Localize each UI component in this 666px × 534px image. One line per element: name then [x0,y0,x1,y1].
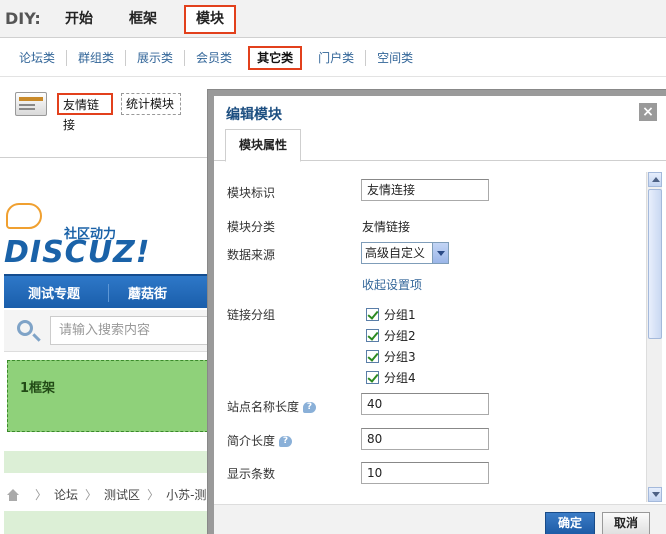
group-checkbox-1[interactable]: 分组1 [366,306,416,323]
group-checkbox-4[interactable]: 分组4 [366,369,416,386]
category-portal[interactable]: 门户类 [307,50,367,66]
group-label: 分组2 [384,329,416,343]
category-space[interactable]: 空间类 [366,50,424,66]
search-icon[interactable] [17,320,33,336]
close-icon[interactable]: × [639,103,657,121]
tab-frame[interactable]: 框架 [121,6,165,32]
tab-module-properties[interactable]: 模块属性 [225,129,301,162]
logo-cloud-icon [6,203,42,229]
checkbox-checked-icon[interactable] [366,350,379,363]
search-input[interactable]: 请输入搜索内容 [50,316,220,345]
nav-item-special[interactable]: 测试专题 [28,283,80,302]
frame-block[interactable]: 1框架 [7,360,213,432]
collapse-settings-link[interactable]: 收起设置项 [362,276,422,293]
frame-strip-bottom [4,511,212,534]
group-label: 分组4 [384,371,416,385]
module-category-value: 友情链接 [362,220,411,234]
help-icon[interactable]: ? [279,436,293,447]
dialog-footer: 确定 取消 [214,504,666,534]
display-count-field[interactable]: 10 [361,462,489,484]
tab-start[interactable]: 开始 [58,6,100,32]
group-checkbox-3[interactable]: 分组3 [366,348,416,365]
data-source-label: 数据来源 [227,248,276,262]
data-source-select[interactable]: 高级自定义 [361,242,449,264]
forum-navbar: 测试专题 蘑菇街 [4,274,214,308]
module-card-icon [15,92,47,116]
breadcrumb-separator: 〉 [85,488,98,502]
data-source-value: 高级自定义 [365,246,426,260]
breadcrumb-test-area[interactable]: 测试区 [104,486,140,503]
module-id-field[interactable]: 友情连接 [361,179,489,201]
dialog-scrollbar[interactable] [646,172,662,502]
scroll-down-icon[interactable] [648,487,662,502]
checkbox-checked-icon[interactable] [366,371,379,384]
cancel-button[interactable]: 取消 [602,512,650,534]
breadcrumb-forum[interactable]: 论坛 [54,486,78,503]
diy-label: DIY: [5,9,41,28]
tab-module[interactable]: 模块 [184,5,236,34]
frame-label: 1框架 [20,381,56,396]
category-member[interactable]: 会员类 [185,50,243,66]
category-other[interactable]: 其它类 [248,46,303,70]
site-name-length-field[interactable]: 40 [361,393,489,415]
divider [0,76,666,77]
chevron-down-icon[interactable] [432,243,448,263]
category-forum[interactable]: 论坛类 [8,50,68,66]
intro-length-field[interactable]: 80 [361,428,489,450]
module-stats[interactable]: 统计模块 [121,93,181,115]
edit-module-dialog: 编辑模块 × 模块属性 模块标识 友情连接 模块分类 友情链接 数据来源 高级自… [208,90,666,534]
nav-item-mogujie[interactable]: 蘑菇街 [128,283,167,302]
intro-length-text: 简介长度 [227,434,276,448]
checkbox-checked-icon[interactable] [366,308,379,321]
display-count-label: 显示条数 [227,467,276,481]
help-icon[interactable]: ? [303,402,317,413]
group-checkbox-2[interactable]: 分组2 [366,327,416,344]
logo: DISCUZ! [4,235,151,270]
link-group-label: 链接分组 [227,308,276,322]
diy-toolbar: DIY: 开始 框架 模块 [0,0,666,38]
dialog-form: 模块标识 友情连接 模块分类 友情链接 数据来源 高级自定义 收起设置项 链接分… [214,162,656,492]
scroll-thumb[interactable] [648,189,662,339]
breadcrumb-separator: 〉 [147,488,160,502]
dialog-tab-bar: 模块属性 [214,129,666,162]
scroll-up-icon[interactable] [648,172,662,187]
nav-separator [108,284,109,302]
dialog-title: 编辑模块 [226,107,282,123]
breadcrumb: 〉 论坛 〉 测试区 〉 小苏-测试 [6,486,218,503]
module-friendlink[interactable]: 友情链接 [57,93,113,132]
site-name-length-text: 站点名称长度 [227,400,300,414]
module-id-label: 模块标识 [227,186,276,200]
group-label: 分组3 [384,350,416,364]
group-label: 分组1 [384,308,416,322]
site-name-length-label: 站点名称长度? [227,398,317,415]
category-group[interactable]: 群组类 [67,50,127,66]
category-display[interactable]: 展示类 [126,50,186,66]
intro-length-label: 简介长度? [227,432,293,449]
breadcrumb-separator: 〉 [35,488,48,502]
confirm-button[interactable]: 确定 [545,512,595,534]
frame-strip [4,451,212,473]
checkbox-checked-icon[interactable] [366,329,379,342]
search-bar: 请输入搜索内容 [4,310,220,352]
home-icon[interactable] [6,488,20,501]
module-category-label: 模块分类 [227,220,276,234]
category-list: 论坛类 群组类 展示类 会员类 其它类 门户类 空间类 [8,46,424,70]
